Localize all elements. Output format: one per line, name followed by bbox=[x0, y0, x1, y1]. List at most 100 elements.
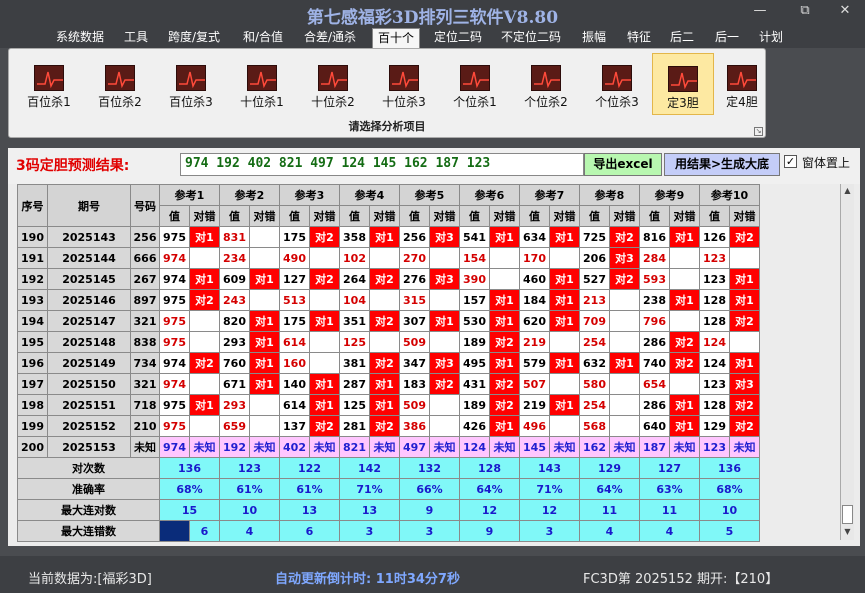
ref-value: 634 bbox=[519, 226, 550, 248]
menu-item-6[interactable]: 定位二码 bbox=[428, 28, 488, 48]
ref-value: 579 bbox=[519, 352, 550, 374]
ref-result bbox=[609, 331, 640, 353]
generate-base-button[interactable]: 用结果>生成大底 bbox=[664, 153, 780, 176]
ref-header: 参考2 bbox=[219, 184, 280, 206]
ribbon-button-3[interactable]: 十位杀1 bbox=[231, 53, 293, 115]
stats-value: 3 bbox=[339, 520, 400, 542]
ref-result: 对2 bbox=[729, 310, 760, 332]
vertical-scrollbar[interactable]: ▲ ▼ bbox=[840, 184, 854, 540]
stats-value: 6 bbox=[189, 520, 220, 542]
chart-icon bbox=[531, 65, 561, 91]
ref-value: 129 bbox=[699, 415, 730, 437]
ribbon-button-2[interactable]: 百位杀3 bbox=[160, 53, 222, 115]
scroll-thumb[interactable] bbox=[842, 505, 853, 524]
ribbon-button-7[interactable]: 个位杀2 bbox=[515, 53, 577, 115]
menu-item-10[interactable]: 后二 bbox=[666, 28, 698, 48]
ref-result bbox=[669, 268, 700, 290]
stats-value: 10 bbox=[699, 499, 760, 521]
ref-value: 358 bbox=[339, 226, 370, 248]
ref-value: 381 bbox=[339, 352, 370, 374]
status-bar: 当前数据为:[福彩3D] 自动更新倒计时: 11时34分7秒 FC3D第 202… bbox=[0, 556, 865, 593]
stats-row: 最大连对数 15 10 13 13 9 12 12 11 11 10 bbox=[17, 499, 760, 521]
ribbon-button-0[interactable]: 百位杀1 bbox=[18, 53, 80, 115]
menu-item-1[interactable]: 工具 bbox=[118, 28, 154, 48]
ref-result: 对1 bbox=[249, 352, 280, 374]
ribbon-button-4[interactable]: 十位杀2 bbox=[302, 53, 364, 115]
ref-result: 对2 bbox=[489, 331, 520, 353]
stats-value: 11 bbox=[579, 499, 640, 521]
ribbon-button-8[interactable]: 个位杀3 bbox=[586, 53, 648, 115]
ref-value: 620 bbox=[519, 310, 550, 332]
ribbon-button-label: 百位杀2 bbox=[98, 95, 142, 109]
ref-value: 351 bbox=[339, 310, 370, 332]
chart-icon bbox=[602, 65, 632, 91]
value-subheader: 值 bbox=[339, 205, 370, 227]
ref-value: 614 bbox=[279, 394, 310, 416]
export-excel-button[interactable]: 导出excel bbox=[584, 153, 662, 176]
chart-icon bbox=[105, 65, 135, 91]
ref-value: 820 bbox=[219, 310, 250, 332]
menu-item-8[interactable]: 振幅 bbox=[576, 28, 612, 48]
ribbon-button-10[interactable]: 定4胆 bbox=[716, 53, 768, 115]
ribbon-button-6[interactable]: 个位杀1 bbox=[444, 53, 506, 115]
topmost-checkbox[interactable]: ✓ bbox=[784, 155, 797, 168]
scroll-down-icon[interactable]: ▼ bbox=[841, 525, 854, 538]
ref-result: 对2 bbox=[369, 352, 400, 374]
ref-value: 509 bbox=[399, 394, 430, 416]
table-row: 197 2025150 321 974 671 对1 140 对1 287 对1 183 对2 431 对… bbox=[17, 373, 760, 395]
ref-value: 219 bbox=[519, 394, 550, 416]
ref-value: 659 bbox=[219, 415, 250, 437]
ref-value: 614 bbox=[279, 331, 310, 353]
menu-item-0[interactable]: 系统数据 bbox=[52, 28, 108, 48]
stats-value: 64% bbox=[579, 478, 640, 500]
stats-value: 122 bbox=[279, 457, 340, 479]
stats-value: 61% bbox=[279, 478, 340, 500]
result-subheader: 对错 bbox=[189, 205, 220, 227]
menu-item-11[interactable]: 后一 bbox=[708, 28, 746, 48]
ref-value: 426 bbox=[459, 415, 490, 437]
table-row: 195 2025148 838 975 293 对1 614 125 509 189 对2 219 25… bbox=[17, 331, 760, 353]
menu-item-12[interactable]: 计划 bbox=[754, 28, 788, 48]
chart-icon bbox=[176, 65, 206, 91]
ref-value: 821 bbox=[339, 436, 370, 458]
ref-value: 431 bbox=[459, 373, 490, 395]
menu-item-3[interactable]: 和/合值 bbox=[236, 28, 290, 48]
stats-value: 12 bbox=[459, 499, 520, 521]
ribbon-button-5[interactable]: 十位杀3 bbox=[373, 53, 435, 115]
latest-period-label: FC3D第 2025152 期开:【210】 bbox=[583, 572, 779, 587]
ref-value: 104 bbox=[339, 289, 370, 311]
prediction-result-field[interactable]: 974 192 402 821 497 124 145 162 187 123 bbox=[180, 153, 584, 176]
close-button[interactable]: ✕ bbox=[826, 2, 864, 20]
ribbon-expand-icon[interactable]: ↘ bbox=[754, 127, 763, 136]
row-seq: 192 bbox=[17, 268, 48, 290]
chart-icon bbox=[727, 65, 757, 91]
ribbon-button-9[interactable]: 定3胆 bbox=[652, 53, 714, 115]
ref-result: 未知 bbox=[549, 436, 580, 458]
row-period: 2025148 bbox=[47, 331, 131, 353]
ref-result bbox=[429, 415, 460, 437]
ribbon-button-1[interactable]: 百位杀2 bbox=[89, 53, 151, 115]
minimize-button[interactable]: — bbox=[741, 2, 779, 20]
menu-item-7[interactable]: 不定位二码 bbox=[494, 28, 568, 48]
stats-value: 4 bbox=[219, 520, 280, 542]
stats-label: 最大连错数 bbox=[17, 520, 160, 542]
stats-value: 15 bbox=[159, 499, 220, 521]
ref-result: 对1 bbox=[249, 331, 280, 353]
title-bar: 第七感福彩3D排列三软件V8.80 — ⧉ ✕ bbox=[0, 0, 865, 28]
menu-item-9[interactable]: 特征 bbox=[621, 28, 657, 48]
ref-result bbox=[309, 352, 340, 374]
stats-value: 4 bbox=[579, 520, 640, 542]
ribbon-caption: 请选择分析项目 bbox=[348, 120, 426, 133]
ref-result bbox=[309, 289, 340, 311]
menu-item-2[interactable]: 跨度/复式 bbox=[163, 28, 225, 48]
ref-result: 对3 bbox=[609, 247, 640, 269]
scroll-up-icon[interactable]: ▲ bbox=[841, 184, 854, 197]
ref-value: 145 bbox=[519, 436, 550, 458]
stats-value: 10 bbox=[219, 499, 280, 521]
maximize-button[interactable]: ⧉ bbox=[786, 2, 824, 20]
menu-item-5[interactable]: 百十个 bbox=[372, 28, 420, 48]
ref-result: 对1 bbox=[249, 310, 280, 332]
ref-result bbox=[249, 247, 280, 269]
ref-value: 671 bbox=[219, 373, 250, 395]
menu-item-4[interactable]: 合差/通杀 bbox=[298, 28, 362, 48]
